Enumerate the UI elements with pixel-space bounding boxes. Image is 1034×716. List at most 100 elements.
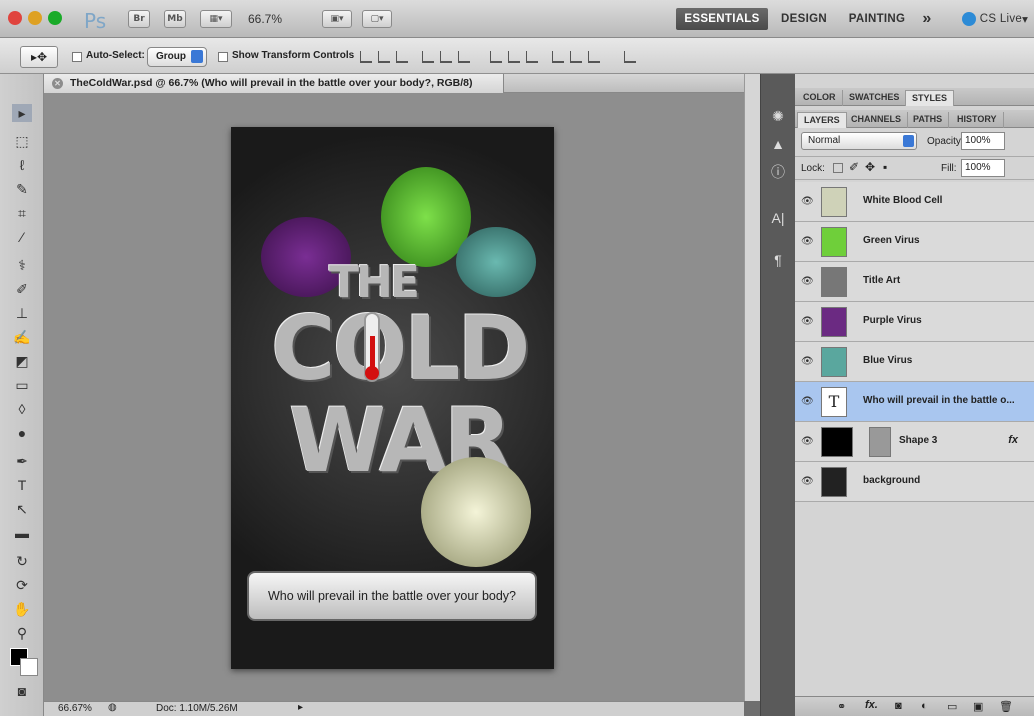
- layer-row[interactable]: 👁 Purple Virus: [795, 302, 1034, 342]
- align-vcenter-icon[interactable]: [378, 51, 390, 63]
- document-tab[interactable]: ✕ TheColdWar.psd @ 66.7% (Who will preva…: [44, 74, 504, 93]
- tab-styles[interactable]: STYLES: [905, 90, 955, 106]
- hand-tool-icon[interactable]: ✋: [12, 600, 32, 618]
- crop-tool-icon[interactable]: ⌗: [12, 204, 32, 222]
- quick-select-tool-icon[interactable]: ✎: [12, 180, 32, 198]
- fx-icon[interactable]: fx: [1008, 434, 1018, 446]
- distribute-right-icon[interactable]: [588, 51, 600, 63]
- layer-row[interactable]: 👁 background: [795, 462, 1034, 502]
- lasso-tool-icon[interactable]: ℓ: [12, 156, 32, 174]
- tab-paths[interactable]: PATHS: [907, 112, 950, 128]
- zoom-level-select[interactable]: 66.7%: [248, 12, 282, 26]
- align-top-icon[interactable]: [360, 51, 372, 63]
- move-tool-preset[interactable]: ▸✥: [20, 46, 58, 68]
- minibridge-button[interactable]: Mb: [164, 10, 186, 28]
- layer-row[interactable]: 👁 Green Virus: [795, 222, 1034, 262]
- visibility-eye-icon[interactable]: 👁: [801, 396, 814, 407]
- align-left-icon[interactable]: [422, 51, 434, 63]
- type-tool-icon[interactable]: T: [12, 476, 32, 494]
- visibility-eye-icon[interactable]: 👁: [801, 436, 814, 447]
- brush-tool-icon[interactable]: ✐: [12, 280, 32, 298]
- shape-tool-icon[interactable]: ▬: [12, 524, 32, 542]
- more-workspaces-button[interactable]: »: [916, 8, 938, 30]
- status-menu-arrow-icon[interactable]: ▸: [298, 702, 303, 713]
- align-hcenter-icon[interactable]: [440, 51, 452, 63]
- fill-input[interactable]: 100%: [961, 159, 1005, 177]
- dodge-tool-icon[interactable]: ●: [12, 424, 32, 442]
- 3d-orbit-tool-icon[interactable]: ⟳: [12, 576, 32, 594]
- new-layer-icon[interactable]: ▣: [973, 700, 983, 713]
- document-artwork[interactable]: THE COLD WAR Who will prevail in the bat…: [231, 127, 554, 669]
- healing-brush-tool-icon[interactable]: ⚕: [12, 256, 32, 274]
- layer-row[interactable]: 👁 White Blood Cell: [795, 182, 1034, 222]
- background-color-swatch[interactable]: [20, 658, 38, 676]
- visibility-eye-icon[interactable]: 👁: [801, 236, 814, 247]
- cs-live-button[interactable]: CS Live ▾: [956, 8, 1034, 30]
- workspace-painting[interactable]: PAINTING: [842, 8, 912, 30]
- screen-mode-button[interactable]: ▢▾: [362, 10, 392, 28]
- view-extras-button[interactable]: ▦▾: [200, 10, 232, 28]
- status-zoom[interactable]: 66.67%: [58, 703, 92, 714]
- add-mask-icon[interactable]: ◙: [895, 700, 902, 712]
- quick-mask-icon[interactable]: ◙: [12, 682, 32, 700]
- layer-style-icon[interactable]: fx.: [865, 699, 878, 711]
- align-right-icon[interactable]: [458, 51, 470, 63]
- show-transform-checkbox[interactable]: [218, 52, 228, 62]
- history-brush-tool-icon[interactable]: ✍: [12, 328, 32, 346]
- layer-row-selected[interactable]: 👁 T Who will prevail in the battle o...: [795, 382, 1034, 422]
- close-window-button[interactable]: [8, 11, 22, 25]
- auto-select-checkbox[interactable]: [72, 52, 82, 62]
- tab-channels[interactable]: CHANNELS: [845, 112, 909, 128]
- visibility-eye-icon[interactable]: 👁: [801, 316, 814, 327]
- zoom-tool-icon[interactable]: ⚲: [12, 624, 32, 642]
- bridge-button[interactable]: Br: [128, 10, 150, 28]
- distribute-hcenter-icon[interactable]: [570, 51, 582, 63]
- auto-align-icon[interactable]: [624, 51, 636, 63]
- info-icon[interactable]: ⓘ: [769, 164, 787, 180]
- opacity-input[interactable]: 100%: [961, 132, 1005, 150]
- trash-icon[interactable]: 🗑: [999, 700, 1013, 713]
- lock-image-icon[interactable]: ✐: [849, 160, 859, 174]
- lock-transparency-icon[interactable]: [833, 163, 843, 173]
- visibility-eye-icon[interactable]: 👁: [801, 476, 814, 487]
- blend-mode-select[interactable]: Normal: [801, 132, 917, 150]
- character-icon[interactable]: A|: [769, 210, 787, 226]
- distribute-left-icon[interactable]: [552, 51, 564, 63]
- histogram-icon[interactable]: ▲: [769, 136, 787, 152]
- auto-select-dropdown[interactable]: Group: [147, 47, 207, 67]
- distribute-bottom-icon[interactable]: [526, 51, 538, 63]
- canvas-vertical-scrollbar[interactable]: [744, 74, 760, 701]
- tab-color[interactable]: COLOR: [797, 90, 843, 106]
- lock-all-icon[interactable]: ▪: [883, 160, 887, 174]
- visibility-eye-icon[interactable]: 👁: [801, 356, 814, 367]
- tab-swatches[interactable]: SWATCHES: [843, 90, 907, 106]
- workspace-essentials[interactable]: ESSENTIALS: [676, 8, 768, 30]
- clone-stamp-tool-icon[interactable]: ⊥: [12, 304, 32, 322]
- lock-position-icon[interactable]: ✥: [865, 160, 875, 174]
- eraser-tool-icon[interactable]: ◩: [12, 352, 32, 370]
- eyedropper-tool-icon[interactable]: ⁄: [12, 228, 32, 246]
- paragraph-icon[interactable]: ¶: [769, 252, 787, 268]
- layer-row[interactable]: 👁 Blue Virus: [795, 342, 1034, 382]
- arrange-documents-button[interactable]: ▣▾: [322, 10, 352, 28]
- distribute-top-icon[interactable]: [490, 51, 502, 63]
- gradient-tool-icon[interactable]: ▭: [12, 376, 32, 394]
- blur-tool-icon[interactable]: ◊: [12, 400, 32, 418]
- align-bottom-icon[interactable]: [396, 51, 408, 63]
- status-info-icon[interactable]: ◍: [108, 702, 117, 713]
- link-layers-icon[interactable]: ⚭: [837, 700, 846, 713]
- 3d-rotate-tool-icon[interactable]: ↻: [12, 552, 32, 570]
- minimize-window-button[interactable]: [28, 11, 42, 25]
- move-tool-icon[interactable]: ▸: [12, 104, 32, 122]
- tab-layers[interactable]: LAYERS: [797, 112, 847, 128]
- zoom-window-button[interactable]: [48, 11, 62, 25]
- visibility-eye-icon[interactable]: 👁: [801, 276, 814, 287]
- workspace-design[interactable]: DESIGN: [775, 8, 833, 30]
- close-document-icon[interactable]: ✕: [52, 78, 63, 89]
- marquee-tool-icon[interactable]: ⬚: [12, 132, 32, 150]
- layer-row[interactable]: 👁 Title Art: [795, 262, 1034, 302]
- new-group-icon[interactable]: ▭: [947, 700, 957, 713]
- layer-row[interactable]: 👁 Shape 3 fx: [795, 422, 1034, 462]
- pen-tool-icon[interactable]: ✒: [12, 452, 32, 470]
- visibility-eye-icon[interactable]: 👁: [801, 196, 814, 207]
